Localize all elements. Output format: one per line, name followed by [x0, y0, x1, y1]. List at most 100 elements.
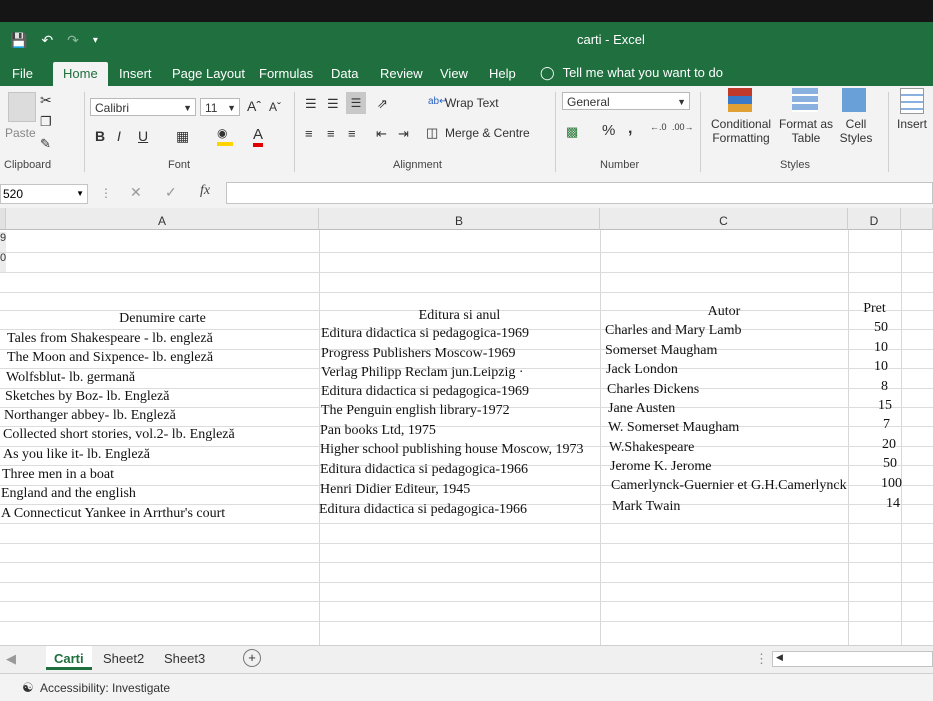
tab-review[interactable]: Review [380, 66, 423, 81]
cell-price[interactable]: 8 [848, 379, 888, 395]
undo-icon[interactable]: ↶ [41, 32, 53, 50]
sheet-tab-sheet3[interactable]: Sheet3 [164, 651, 205, 666]
cell-author[interactable]: Jane Austen [608, 401, 675, 417]
increase-indent-icon[interactable]: ⇥ [398, 126, 409, 142]
cell-author[interactable]: Jerome K. Jerome [610, 459, 711, 475]
increase-decimal-icon[interactable]: ←.0 [650, 122, 667, 132]
redo-icon[interactable]: ↷ [67, 32, 79, 50]
cell-publisher[interactable]: Editura didactica si pedagogica-1969 [321, 326, 529, 342]
font-color-icon[interactable]: A [253, 126, 264, 147]
column-header-d[interactable]: D [848, 208, 901, 230]
tab-help[interactable]: Help [489, 66, 516, 81]
cell-price[interactable]: 10 [848, 359, 888, 375]
tab-file[interactable]: File [12, 66, 33, 81]
tab-insert[interactable]: Insert [119, 66, 152, 81]
name-box[interactable]: 520 ▼ [0, 184, 88, 204]
wrap-text-button[interactable]: Wrap Text [445, 96, 499, 110]
cell-title[interactable]: Wolfsblut- lb. germană [6, 370, 135, 386]
cut-icon[interactable]: ✂ [40, 92, 52, 109]
cell-author[interactable]: Jack London [606, 362, 678, 378]
number-format-select[interactable]: General ▼ [562, 92, 690, 110]
font-name-select[interactable]: Calibri ▼ [90, 98, 196, 116]
column-header-c[interactable]: C [600, 208, 848, 230]
conditional-formatting-button[interactable]: Conditional Formatting [711, 117, 771, 145]
cell-publisher[interactable]: Pan books Ltd, 1975 [320, 423, 436, 439]
sheet-tab-sheet2[interactable]: Sheet2 [103, 651, 144, 666]
bold-button[interactable]: B [95, 128, 105, 144]
cell-publisher[interactable]: Henri Didier Editeur, 1945 [320, 482, 470, 498]
clipboard-icon[interactable] [8, 92, 36, 122]
header-pret[interactable]: Pret [848, 301, 901, 317]
scroll-left-icon[interactable]: ◀ [776, 652, 783, 663]
cell-author[interactable]: Charles Dickens [607, 382, 699, 398]
enter-icon[interactable]: ✓ [165, 184, 177, 201]
increase-font-icon[interactable]: Aˆ [247, 98, 261, 114]
comma-style-button[interactable]: , [628, 120, 632, 138]
add-sheet-button[interactable]: + [243, 649, 261, 667]
orientation-icon[interactable]: ⇗ [377, 96, 388, 112]
align-bottom-icon[interactable]: ☰ [346, 92, 366, 114]
cell-publisher[interactable]: The Penguin english library-1972 [321, 403, 510, 419]
cell-title[interactable]: Tales from Shakespeare - lb. engleză [7, 331, 213, 347]
align-left-icon[interactable]: ≡ [305, 126, 313, 141]
tab-page-layout[interactable]: Page Layout [172, 66, 245, 81]
cell-author[interactable]: W.Shakespeare [609, 440, 694, 456]
column-header-a[interactable]: A [6, 208, 319, 230]
cell-author[interactable]: W. Somerset Maugham [608, 420, 739, 436]
tell-me-search[interactable]: ◯ Tell me what you want to do [540, 65, 723, 81]
scroll-tabs-left-icon[interactable]: ◀ [6, 651, 16, 667]
sheet-tab-carti[interactable]: Carti [46, 646, 92, 670]
row-header-9[interactable]: 9 [0, 232, 6, 252]
cell-author[interactable]: Somerset Maugham [605, 343, 717, 359]
format-painter-icon[interactable]: ✎ [40, 136, 51, 152]
tab-data[interactable]: Data [331, 66, 358, 81]
tab-view[interactable]: View [440, 66, 468, 81]
underline-button[interactable]: U [138, 128, 148, 144]
copy-icon[interactable]: ❐ [40, 114, 52, 130]
cell-styles-button[interactable]: Cell Styles [836, 117, 876, 145]
cell-price[interactable]: 20 [856, 437, 896, 453]
cell-price[interactable]: 50 [848, 320, 888, 336]
cell-price[interactable]: 15 [852, 398, 892, 414]
cancel-icon[interactable]: ✕ [130, 184, 142, 201]
merge-centre-button[interactable]: Merge & Centre [445, 126, 530, 140]
row-header-10[interactable]: 0 [0, 252, 6, 272]
cell-price[interactable]: 50 [857, 456, 897, 472]
cell-title[interactable]: England and the english [1, 486, 136, 502]
cell-title[interactable]: Collected short stories, vol.2- lb. Engl… [3, 427, 235, 443]
cell-publisher[interactable]: Editura didactica si pedagogica-1969 [321, 384, 529, 400]
header-denumire-carte[interactable]: Denumire carte [6, 311, 319, 327]
cell-price[interactable]: 10 [848, 340, 888, 356]
paste-button[interactable]: Paste [5, 126, 36, 140]
column-header-e[interactable] [901, 208, 933, 230]
fill-color-icon[interactable]: ◉ [217, 126, 233, 146]
cell-title[interactable]: Northanger abbey- lb. Engleză [4, 408, 176, 424]
tab-formulas[interactable]: Formulas [259, 66, 313, 81]
cell-price[interactable]: 14 [860, 496, 900, 512]
cell-price[interactable]: 7 [850, 417, 890, 433]
accessibility-status[interactable]: Accessibility: Investigate [40, 681, 170, 695]
italic-button[interactable]: I [117, 128, 121, 144]
customize-qat-icon[interactable]: ▾ [93, 32, 98, 50]
cell-author[interactable]: Charles and Mary Lamb [605, 323, 741, 339]
borders-icon[interactable]: ▦ [176, 128, 189, 145]
column-header-b[interactable]: B [319, 208, 600, 230]
cell-publisher[interactable]: Verlag Philipp Reclam jun.Leipzig · [321, 365, 524, 381]
cell-author[interactable]: Mark Twain [612, 499, 680, 515]
cell-publisher[interactable]: Editura didactica si pedagogica-1966 [320, 462, 528, 478]
header-editura-si-anul[interactable]: Editura si anul [319, 308, 600, 324]
cell-publisher[interactable]: Editura didactica si pedagogica-1966 [319, 502, 527, 518]
currency-icon[interactable]: ▩ [566, 124, 578, 140]
cell-title[interactable]: A Connecticut Yankee in Arrthur's court [1, 506, 225, 522]
cell-publisher[interactable]: Higher school publishing house Moscow, 1… [320, 442, 584, 458]
align-center-icon[interactable]: ≡ [327, 126, 335, 141]
align-right-icon[interactable]: ≡ [348, 126, 356, 141]
cell-title[interactable]: The Moon and Sixpence- lb. engleză [7, 350, 213, 366]
align-middle-icon[interactable]: ☰ [327, 96, 339, 112]
cell-title[interactable]: Sketches by Boz- lb. Engleză [5, 389, 169, 405]
percent-button[interactable]: % [602, 122, 615, 139]
header-autor[interactable]: Autor [600, 304, 848, 320]
formula-input[interactable] [226, 182, 933, 204]
cell-author[interactable]: Camerlynck-Guernier et G.H.Camerlynck [611, 478, 847, 494]
horizontal-scrollbar[interactable]: ◀ [772, 651, 933, 667]
